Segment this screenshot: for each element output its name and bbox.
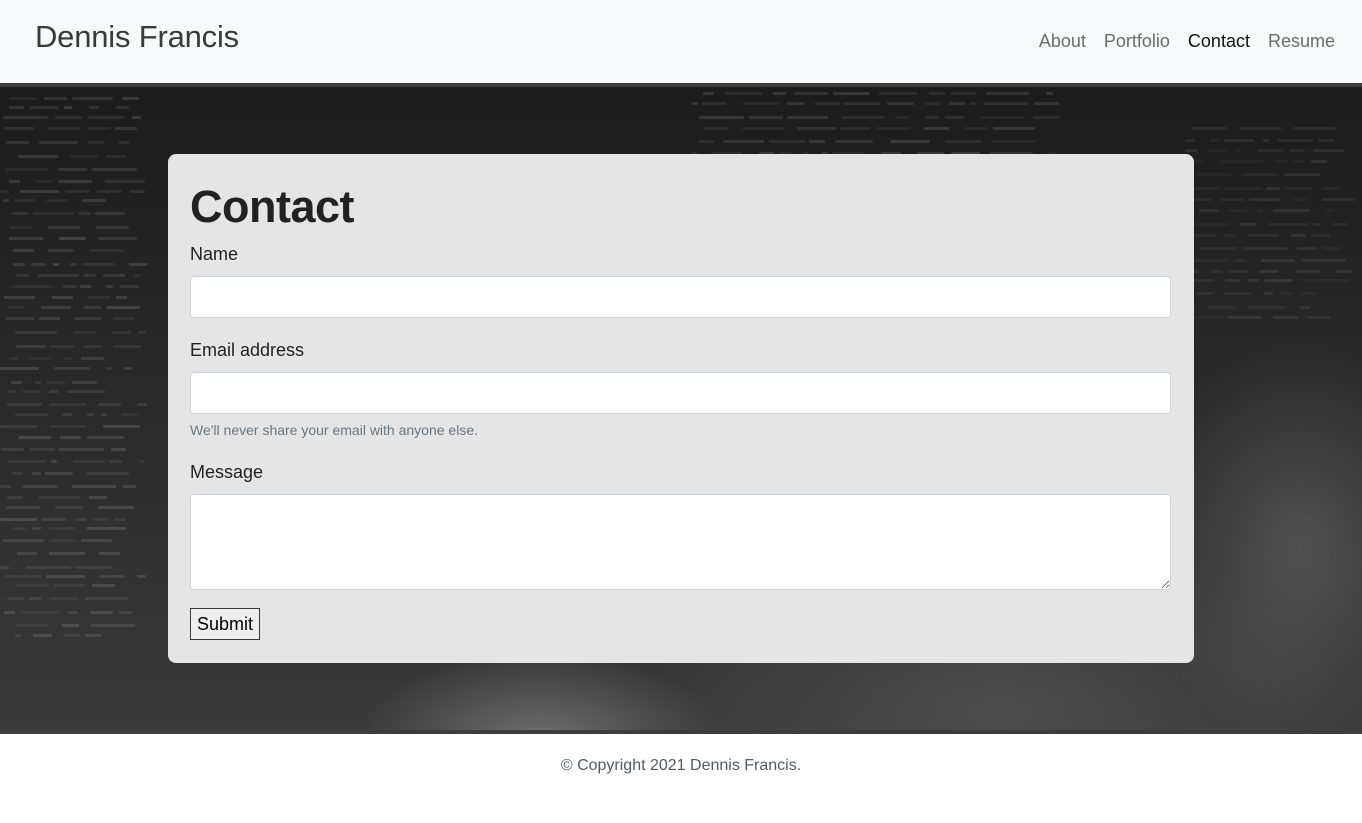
- nav-links: About Portfolio Contact Resume: [1021, 29, 1335, 53]
- email-input[interactable]: [190, 372, 1171, 414]
- name-label: Name: [190, 244, 239, 264]
- page-title: Contact: [190, 181, 355, 232]
- nav-link-about[interactable]: About: [1039, 29, 1086, 53]
- message-textarea[interactable]: [190, 494, 1171, 590]
- copyright-text: © Copyright 2021 Dennis Francis.: [560, 757, 802, 774]
- nav-link-contact[interactable]: Contact: [1188, 29, 1250, 53]
- message-label: Message: [190, 462, 264, 482]
- name-input[interactable]: [190, 276, 1171, 318]
- email-help-text: We'll never share your email with anyone…: [190, 422, 478, 438]
- nav-link-portfolio[interactable]: Portfolio: [1104, 29, 1170, 53]
- email-label: Email address: [190, 340, 305, 360]
- nav-link-resume[interactable]: Resume: [1268, 29, 1335, 53]
- navbar: Dennis Francis About Portfolio Contact R…: [0, 0, 1362, 83]
- contact-card: Contact Name Email address We'll never s…: [168, 154, 1194, 663]
- footer: © Copyright 2021 Dennis Francis.: [0, 734, 1362, 823]
- submit-button[interactable]: Submit: [190, 608, 261, 640]
- brand-link[interactable]: Dennis Francis: [35, 18, 239, 56]
